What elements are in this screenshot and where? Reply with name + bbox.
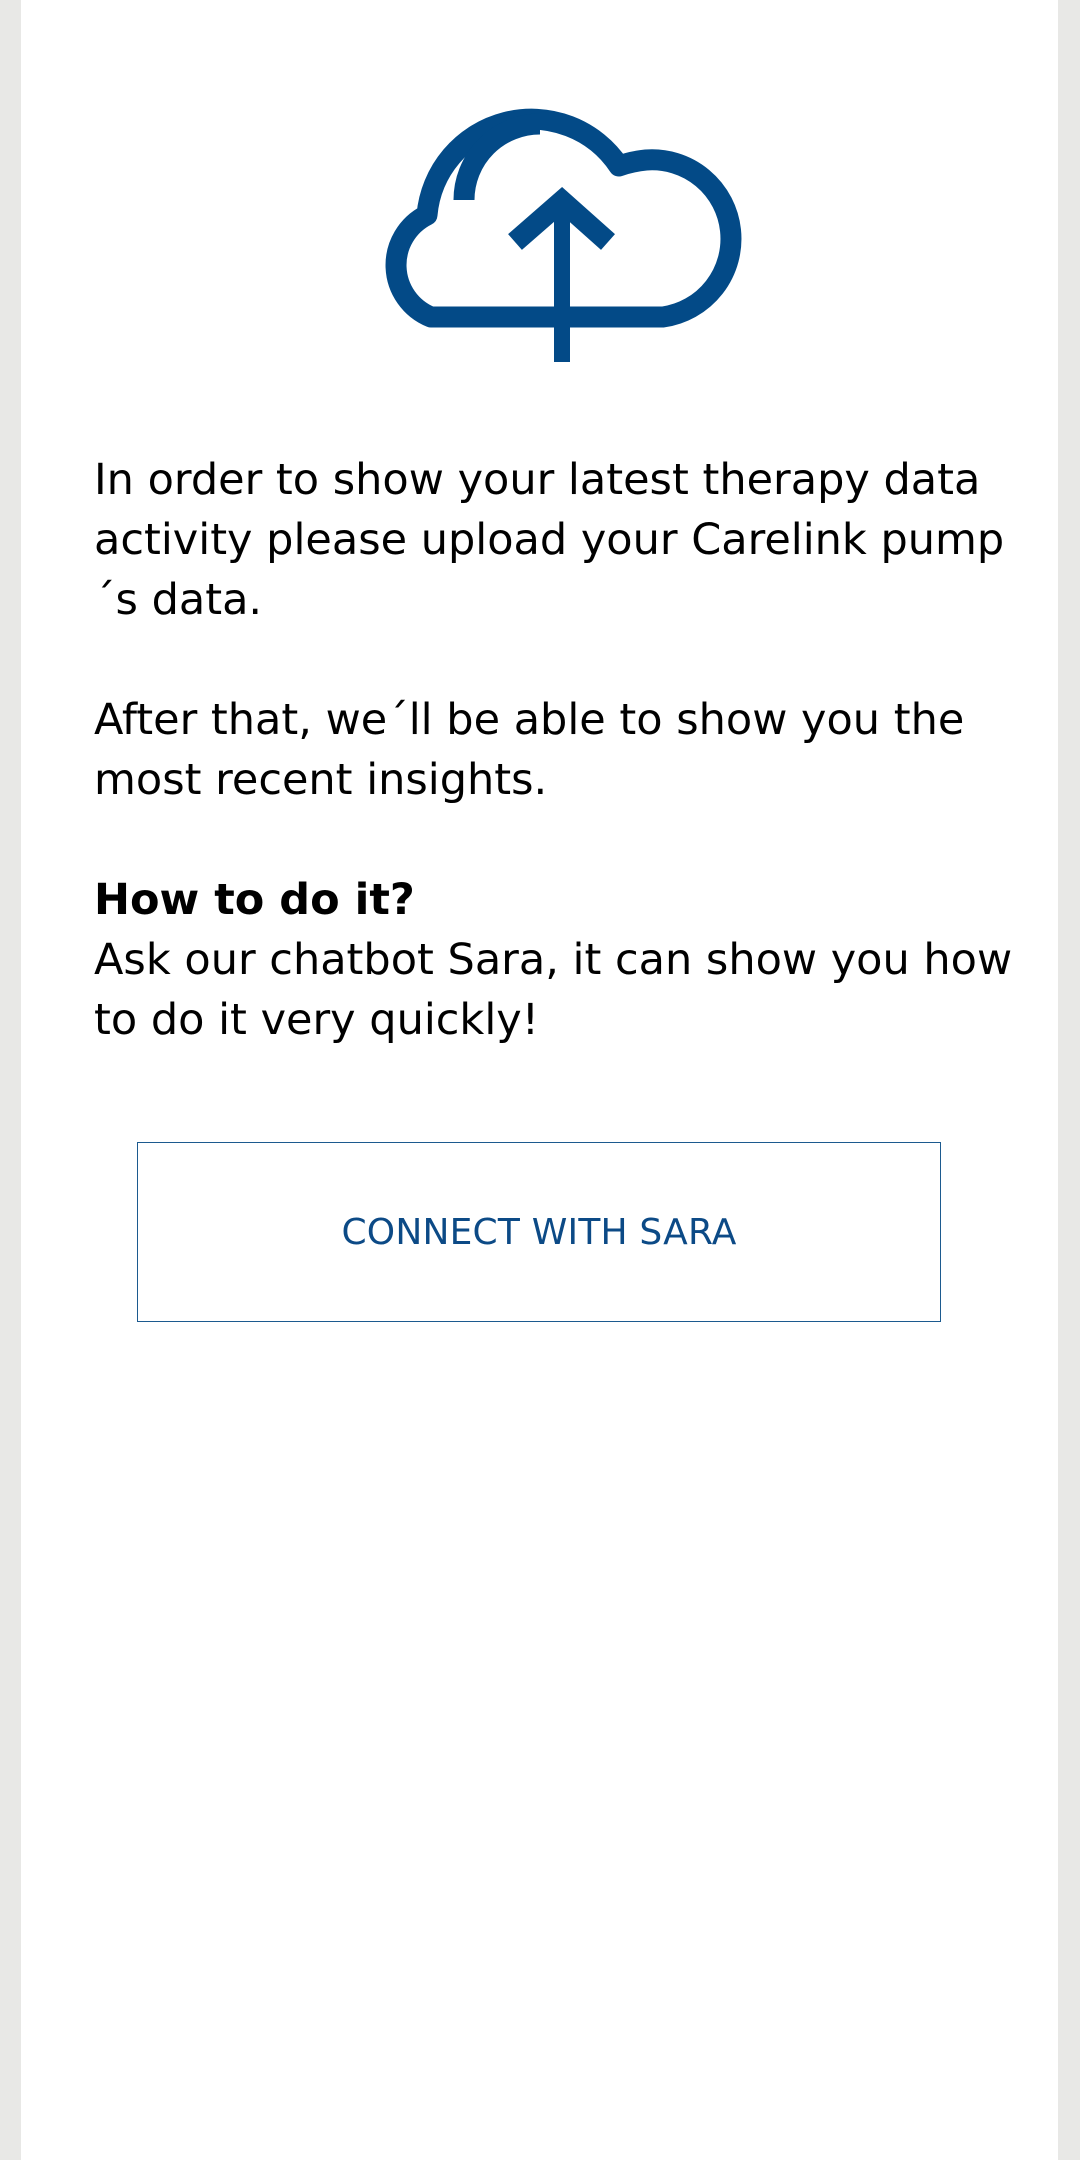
howto-heading: How to do it?: [94, 875, 415, 925]
upload-instructions: In order to show your latest therapy dat…: [94, 450, 1034, 1050]
cloud-upload-icon: [366, 68, 756, 363]
intro-paragraph: In order to show your latest therapy dat…: [94, 455, 1005, 625]
insights-paragraph: After that, we´ll be able to show you th…: [94, 695, 965, 805]
connect-with-sara-button[interactable]: CONNECT WITH SARA: [137, 1142, 941, 1322]
howto-text: Ask our chatbot Sara, it can show you ho…: [94, 935, 1013, 1045]
content-card: In order to show your latest therapy dat…: [21, 0, 1058, 2160]
